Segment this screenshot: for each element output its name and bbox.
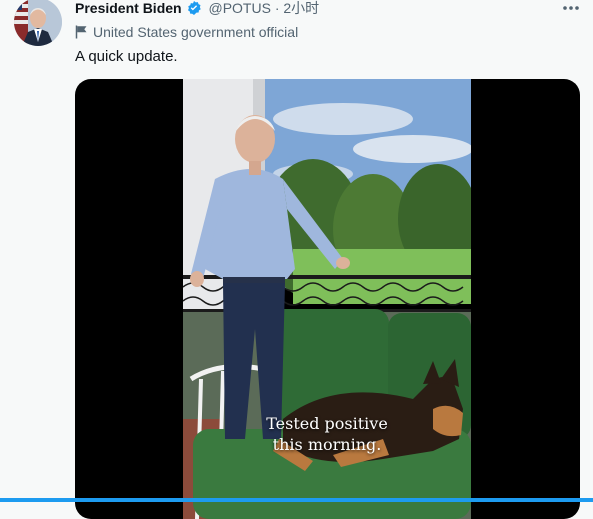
affiliation-label: United States government official — [93, 24, 299, 40]
bottom-accent-bar — [0, 498, 593, 502]
tweet[interactable]: President Biden @POTUS · 2小时 United Stat… — [0, 0, 593, 519]
verified-badge-icon — [186, 0, 202, 19]
flag-icon — [75, 25, 88, 42]
more-options-icon[interactable] — [561, 0, 581, 16]
caption-line-2: this morning. — [272, 435, 382, 454]
avatar-portrait — [14, 0, 62, 46]
tweet-header: President Biden @POTUS · 2小时 — [75, 0, 319, 16]
tweet-timestamp[interactable]: 2小时 — [283, 0, 319, 16]
video-caption: Tested positive this morning. — [183, 413, 471, 455]
author-handle[interactable]: @POTUS — [208, 0, 270, 16]
video-player[interactable]: Tested positive this morning. — [75, 79, 580, 519]
author-avatar[interactable] — [14, 0, 62, 46]
author-display-name[interactable]: President Biden — [75, 0, 182, 16]
header-separator: · — [274, 0, 280, 16]
government-affiliation: United States government official — [75, 24, 298, 42]
caption-line-1: Tested positive — [266, 414, 388, 433]
tweet-text: A quick update. — [75, 48, 178, 65]
video-frame[interactable]: Tested positive this morning. — [183, 79, 471, 519]
